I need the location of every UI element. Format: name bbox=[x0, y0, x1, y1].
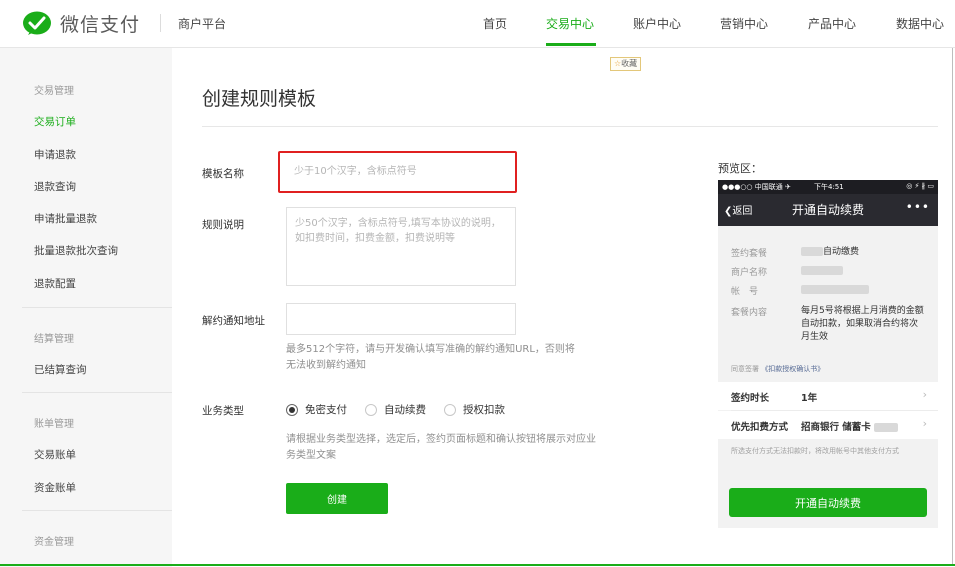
radio-authorized-debit[interactable]: 授权扣款 bbox=[444, 402, 505, 417]
radio-unchecked-icon bbox=[444, 403, 456, 416]
radio-label: 免密支付 bbox=[305, 404, 347, 416]
chevron-right-icon: › bbox=[922, 388, 927, 401]
notify-url-label: 解约通知地址 bbox=[202, 315, 265, 327]
sidebar-item-settled-query[interactable]: 已结算查询 bbox=[34, 362, 87, 377]
masked-text bbox=[801, 247, 823, 256]
logo-divider bbox=[160, 14, 161, 32]
duration-value: 1年 bbox=[801, 393, 818, 404]
payment-method-text: 招商银行 储蓄卡 bbox=[801, 422, 871, 433]
sidebar-group-trade: 交易管理 bbox=[34, 86, 74, 97]
preview-label: 预览区： bbox=[718, 162, 762, 175]
merchant-value-masked bbox=[801, 265, 843, 278]
payment-method-cell: 优先扣费方式 招商银行 储蓄卡 › bbox=[718, 411, 938, 439]
payment-method-key: 优先扣费方式 bbox=[731, 422, 789, 433]
notify-url-input[interactable] bbox=[286, 303, 516, 335]
radio-auto-renew[interactable]: 自动续费 bbox=[365, 402, 426, 417]
preview-open-button: 开通自动续费 bbox=[729, 488, 927, 517]
nav-trade-center[interactable]: 交易中心 bbox=[546, 15, 594, 32]
favorite-label: 收藏 bbox=[621, 59, 638, 68]
nav-product-center[interactable]: 产品中心 bbox=[808, 15, 856, 32]
sidebar-item-refund-query[interactable]: 退款查询 bbox=[34, 179, 76, 194]
favorite-button[interactable]: ☆收藏 bbox=[610, 57, 642, 71]
sidebar-item-fund-bill[interactable]: 资金账单 bbox=[34, 480, 76, 495]
status-icons: ◎ ⚡ ∦ ▭ bbox=[906, 182, 934, 190]
logo-text: 微信支付 bbox=[60, 14, 141, 36]
page-border bbox=[952, 48, 953, 564]
status-bar: ●●●○○ 中国联通 ✈ 下午4:51 ◎ ⚡ ∦ ▭ bbox=[718, 180, 938, 194]
notify-url-hint: 最多512个字符，请与开发确认填写准确的解约通知URL，否则将无法收到解约通知 bbox=[286, 344, 575, 371]
sidebar-item-trade-orders[interactable]: 交易订单 bbox=[34, 114, 76, 129]
content-key: 套餐内容 bbox=[731, 308, 768, 318]
sidebar: 交易管理 交易订单 申请退款 退款查询 申请批量退款 批量退款批次查询 退款配置… bbox=[0, 48, 172, 567]
nav-home[interactable]: 首页 bbox=[483, 15, 507, 32]
sidebar-group-fund: 资金管理 bbox=[34, 537, 74, 548]
content-value: 每月5号将根据上月消费的金额自动扣款，如果取消合约将次月生效 bbox=[801, 306, 924, 342]
payment-note: 所选支付方式无法扣款时，将改用帐号中其他支付方式 bbox=[731, 447, 899, 455]
radio-label: 授权扣款 bbox=[463, 404, 505, 416]
page-title: 创建规则模板 bbox=[202, 88, 317, 110]
sidebar-divider bbox=[22, 392, 172, 393]
nav-account-center[interactable]: 账户中心 bbox=[633, 15, 681, 32]
create-button[interactable]: 创建 bbox=[286, 483, 388, 514]
more-icon: ••• bbox=[905, 200, 930, 214]
radio-unchecked-icon bbox=[365, 403, 377, 416]
sidebar-divider bbox=[22, 307, 172, 308]
contract-info: 签约套餐 自动缴费 商户名称 帐 号 套餐内容 每月5号将根据上月消费的金额自动… bbox=[718, 236, 938, 354]
nav-data-center[interactable]: 数据中心 bbox=[896, 15, 944, 32]
account-key: 帐 号 bbox=[731, 287, 759, 297]
chevron-right-icon: › bbox=[922, 417, 927, 430]
plan-key: 签约套餐 bbox=[731, 249, 768, 259]
masked-text bbox=[873, 423, 898, 432]
template-name-input[interactable]: 少于10个汉字，含标点符号 bbox=[278, 151, 517, 193]
wechat-pay-logo[interactable]: 微信支付 bbox=[22, 10, 140, 37]
radio-label: 自动续费 bbox=[384, 404, 426, 416]
merchant-key: 商户名称 bbox=[731, 268, 768, 278]
account-value-masked bbox=[801, 284, 869, 297]
phone-preview: ●●●○○ 中国联通 ✈ 下午4:51 ◎ ⚡ ∦ ▭ ❮返回 开通自动续费 •… bbox=[718, 180, 938, 528]
preview-navbar: ❮返回 开通自动续费 ••• bbox=[718, 194, 938, 226]
radio-checked-icon bbox=[286, 403, 298, 416]
bottom-border bbox=[0, 564, 955, 566]
sidebar-item-batch-refund[interactable]: 申请批量退款 bbox=[34, 211, 97, 226]
status-time: 下午4:51 bbox=[814, 183, 844, 191]
business-type-hint: 请根据业务类型选择，选定后，签约页面标题和确认按钮将展示对应业务类型文案 bbox=[286, 434, 596, 461]
rule-desc-label: 规则说明 bbox=[202, 219, 244, 231]
duration-key: 签约时长 bbox=[731, 393, 770, 404]
plan-value-text: 自动缴费 bbox=[823, 247, 860, 257]
sidebar-item-apply-refund[interactable]: 申请退款 bbox=[34, 147, 76, 162]
rule-desc-textarea[interactable]: 少50个汉字，含标点符号,填写本协议的说明，如扣费时间，扣费金额，扣费说明等 bbox=[286, 207, 516, 286]
sidebar-item-refund-config[interactable]: 退款配置 bbox=[34, 276, 76, 291]
template-name-label: 模板名称 bbox=[202, 168, 244, 180]
sidebar-item-batch-refund-query[interactable]: 批量退款批次查询 bbox=[34, 243, 118, 258]
sidebar-divider bbox=[22, 510, 172, 511]
business-type-label: 业务类型 bbox=[202, 405, 244, 417]
top-navbar: 微信支付 商户平台 首页 交易中心 账户中心 营销中心 产品中心 数据中心 bbox=[0, 0, 955, 48]
sidebar-group-settle: 结算管理 bbox=[34, 334, 74, 345]
title-divider bbox=[202, 126, 938, 127]
agreement-line: 同意签署 《扣款授权确认书》 bbox=[731, 364, 824, 374]
sidebar-item-trade-bill[interactable]: 交易账单 bbox=[34, 447, 76, 462]
nav-marketing-center[interactable]: 营销中心 bbox=[720, 15, 768, 32]
agreement-link: 《扣款授权确认书》 bbox=[761, 365, 825, 373]
plan-value: 自动缴费 bbox=[801, 246, 859, 259]
radio-password-free[interactable]: 免密支付 bbox=[286, 402, 347, 417]
wechat-pay-logo-icon bbox=[23, 11, 51, 35]
payment-method-value: 招商银行 储蓄卡 bbox=[801, 419, 898, 433]
masked-text bbox=[801, 266, 843, 275]
active-nav-indicator bbox=[546, 43, 596, 46]
platform-name: 商户平台 bbox=[178, 17, 227, 31]
sidebar-group-bill: 账单管理 bbox=[34, 419, 74, 430]
status-carrier: ●●●○○ 中国联通 ✈ bbox=[722, 183, 791, 191]
agree-text: 同意签署 bbox=[731, 365, 759, 373]
duration-cell: 签约时长 1年 › bbox=[718, 382, 938, 410]
masked-text bbox=[801, 285, 869, 294]
